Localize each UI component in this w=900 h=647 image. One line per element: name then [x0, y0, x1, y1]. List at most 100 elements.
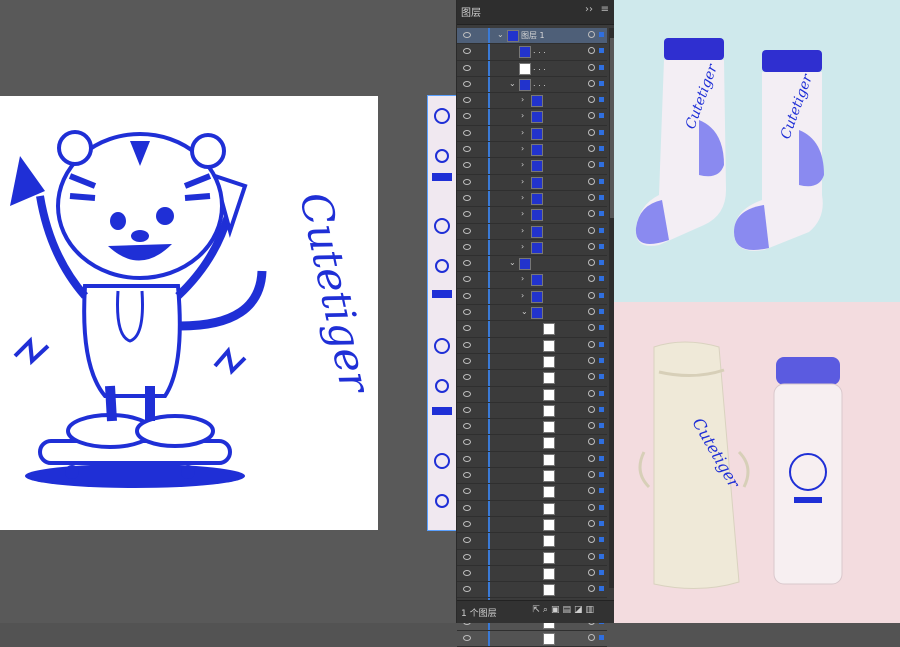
layer-row[interactable]: [457, 353, 607, 371]
target-icon[interactable]: [588, 503, 595, 511]
visibility-eye-icon[interactable]: [463, 80, 471, 87]
layer-row[interactable]: . . .: [457, 44, 607, 61]
target-icon[interactable]: [588, 340, 595, 348]
visibility-eye-icon[interactable]: [463, 537, 471, 544]
visibility-eye-icon[interactable]: [463, 374, 471, 381]
target-icon[interactable]: [588, 471, 595, 479]
layer-row[interactable]: ›: [457, 125, 607, 143]
target-icon[interactable]: [588, 79, 595, 87]
target-icon[interactable]: [588, 568, 595, 576]
layer-row[interactable]: [457, 516, 607, 534]
target-icon[interactable]: [588, 177, 595, 185]
visibility-eye-icon[interactable]: [463, 634, 471, 641]
visibility-eye-icon[interactable]: [463, 325, 471, 332]
layer-row[interactable]: ›: [457, 93, 607, 110]
visibility-eye-icon[interactable]: [463, 569, 471, 576]
visibility-eye-icon[interactable]: [463, 553, 471, 560]
visibility-eye-icon[interactable]: [463, 439, 471, 446]
layer-row[interactable]: ›: [457, 174, 607, 191]
layer-row[interactable]: ›: [457, 207, 607, 224]
visibility-eye-icon[interactable]: [463, 406, 471, 413]
target-icon[interactable]: [588, 438, 595, 446]
layer-row[interactable]: ›: [457, 239, 607, 257]
canvas-area[interactable]: Cutetiger: [0, 0, 458, 623]
chevron-right-icon[interactable]: ›: [521, 160, 524, 169]
visibility-eye-icon[interactable]: [463, 423, 471, 430]
layer-row[interactable]: [457, 630, 607, 647]
target-icon[interactable]: [588, 405, 595, 413]
chevron-down-icon[interactable]: ⌄: [497, 30, 504, 39]
chevron-right-icon[interactable]: ›: [521, 209, 524, 218]
target-icon[interactable]: [588, 193, 595, 201]
target-icon[interactable]: [588, 128, 595, 136]
visibility-eye-icon[interactable]: [463, 357, 471, 364]
target-icon[interactable]: [588, 161, 595, 169]
visibility-eye-icon[interactable]: [463, 276, 471, 283]
layer-row[interactable]: ⌄ . . .: [457, 76, 607, 94]
layer-row[interactable]: ⌄ 图层 1: [457, 28, 607, 45]
visibility-eye-icon[interactable]: [463, 113, 471, 120]
layer-row[interactable]: [457, 451, 607, 469]
layer-row[interactable]: [457, 484, 607, 501]
target-icon[interactable]: [588, 389, 595, 397]
layer-row[interactable]: [457, 419, 607, 436]
visibility-eye-icon[interactable]: [463, 520, 471, 527]
layer-list[interactable]: ⌄ 图层 1 . . . . . . ⌄ . . . › › › › › › › › › › ⌄ › › ⌄: [457, 28, 607, 647]
visibility-eye-icon[interactable]: [463, 390, 471, 397]
target-icon[interactable]: [588, 259, 595, 267]
chevron-right-icon[interactable]: ›: [521, 226, 524, 235]
target-icon[interactable]: [588, 308, 595, 316]
layer-row[interactable]: ›: [457, 190, 607, 208]
footer-action-icons[interactable]: ⇱⌕▣▤◪▥: [532, 605, 597, 615]
visibility-eye-icon[interactable]: [463, 178, 471, 185]
tab-layers[interactable]: 图层: [461, 4, 481, 19]
chevron-right-icon[interactable]: ›: [521, 291, 524, 300]
layer-row[interactable]: [457, 468, 607, 485]
target-icon[interactable]: [588, 585, 595, 593]
chevron-right-icon[interactable]: ›: [521, 111, 524, 120]
visibility-eye-icon[interactable]: [463, 472, 471, 479]
target-icon[interactable]: [588, 242, 595, 250]
visibility-eye-icon[interactable]: [463, 129, 471, 136]
visibility-eye-icon[interactable]: [463, 309, 471, 316]
target-icon[interactable]: [588, 291, 595, 299]
layer-row[interactable]: ›: [457, 158, 607, 175]
visibility-eye-icon[interactable]: [463, 211, 471, 218]
chevron-right-icon[interactable]: ›: [521, 242, 524, 251]
visibility-eye-icon[interactable]: [463, 292, 471, 299]
visibility-eye-icon[interactable]: [463, 227, 471, 234]
chevron-down-icon[interactable]: ⌄: [509, 258, 516, 267]
visibility-eye-icon[interactable]: [463, 504, 471, 511]
layer-row[interactable]: [457, 386, 607, 403]
target-icon[interactable]: [588, 63, 595, 71]
target-icon[interactable]: [588, 96, 595, 104]
target-icon[interactable]: [588, 145, 595, 153]
layer-row[interactable]: [457, 337, 607, 354]
visibility-eye-icon[interactable]: [463, 586, 471, 593]
layer-row[interactable]: [457, 402, 607, 420]
artboard[interactable]: Cutetiger: [0, 96, 378, 530]
layer-row[interactable]: [457, 321, 607, 338]
target-icon[interactable]: [588, 324, 595, 332]
visibility-eye-icon[interactable]: [463, 64, 471, 71]
layer-row[interactable]: ›: [457, 109, 607, 126]
layer-row[interactable]: ⌄: [457, 305, 607, 322]
target-icon[interactable]: [588, 422, 595, 430]
target-icon[interactable]: [588, 519, 595, 527]
layer-row[interactable]: ›: [457, 288, 607, 306]
target-icon[interactable]: [588, 633, 595, 641]
layer-row[interactable]: [457, 533, 607, 550]
target-icon[interactable]: [588, 454, 595, 462]
layer-row[interactable]: ›: [457, 142, 607, 159]
target-icon[interactable]: [588, 31, 595, 38]
visibility-eye-icon[interactable]: [463, 162, 471, 169]
visibility-eye-icon[interactable]: [463, 146, 471, 153]
layer-row[interactable]: [457, 549, 607, 566]
layer-row[interactable]: [457, 582, 607, 599]
layer-row[interactable]: [457, 370, 607, 387]
chevron-right-icon[interactable]: ›: [521, 95, 524, 104]
chevron-right-icon[interactable]: ›: [521, 177, 524, 186]
chevron-down-icon[interactable]: ⌄: [509, 79, 516, 88]
target-icon[interactable]: [588, 373, 595, 381]
target-icon[interactable]: [588, 536, 595, 544]
